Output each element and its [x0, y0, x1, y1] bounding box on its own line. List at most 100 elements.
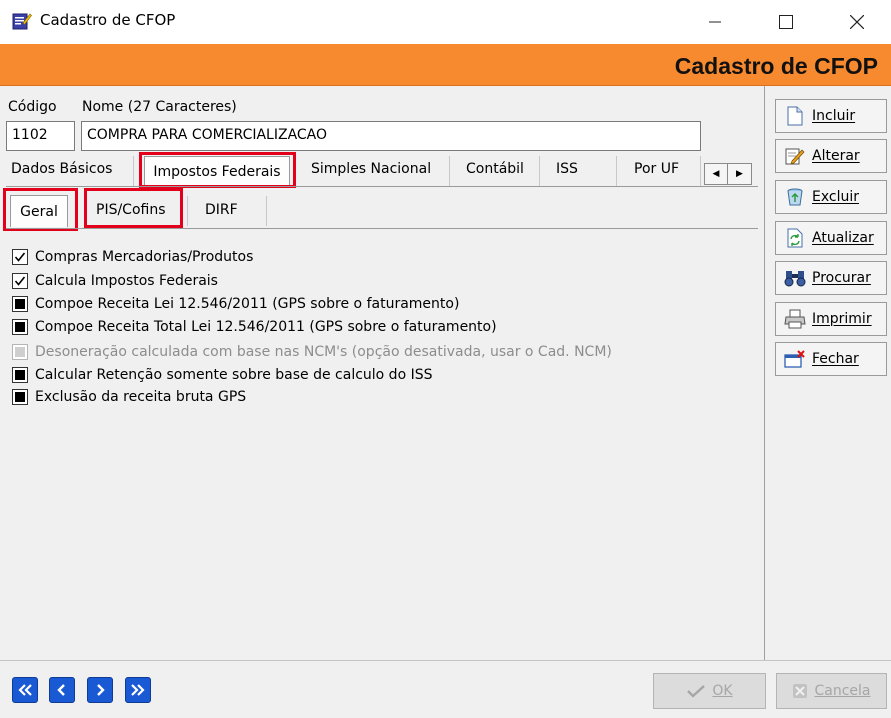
- exit-icon: [784, 348, 806, 370]
- main-panel-divider: [764, 86, 765, 660]
- alterar-button[interactable]: Alterar: [775, 139, 887, 173]
- double-chevron-left-icon: [18, 684, 32, 696]
- indeterminate-square-icon: [15, 299, 25, 309]
- highlight-box-impostos-federais: [139, 152, 296, 188]
- highlight-box-pis-cofins: [84, 188, 183, 228]
- first-record-button[interactable]: [12, 677, 38, 703]
- tab-por-uf[interactable]: Por UF: [634, 161, 679, 177]
- edit-icon: [784, 145, 806, 167]
- tab-iss[interactable]: ISS: [556, 161, 578, 177]
- tab-separator: [449, 156, 450, 186]
- excluir-button[interactable]: Excluir: [775, 180, 887, 214]
- tab-separator: [616, 156, 617, 186]
- next-record-button[interactable]: [87, 677, 113, 703]
- option-label: Exclusão da receita bruta GPS: [35, 389, 247, 405]
- option-desoneracao-ncm: Desoneração calculada com base nas NCM's…: [12, 342, 612, 362]
- indeterminate-square-icon: [15, 370, 25, 380]
- tab-separator: [700, 156, 701, 186]
- option-label: Compras Mercadorias/Produtos: [35, 249, 254, 265]
- codigo-input[interactable]: 1102: [6, 121, 75, 151]
- cancel-label: Cancela: [814, 683, 871, 699]
- option-compoe-receita-total-lei[interactable]: Compoe Receita Total Lei 12.546/2011 (GP…: [12, 317, 497, 337]
- checkbox-disabled: [12, 344, 28, 360]
- banner-title: Cadastro de CFOP: [674, 53, 878, 79]
- tab-dados-basicos[interactable]: Dados Básicos: [11, 161, 112, 177]
- title-bar: Cadastro de CFOP: [0, 0, 891, 44]
- check-icon: [14, 276, 26, 286]
- atualizar-button[interactable]: Atualizar: [775, 221, 887, 255]
- window-title: Cadastro de CFOP: [40, 11, 176, 29]
- checkbox-indeterminate[interactable]: [12, 367, 28, 383]
- previous-record-button[interactable]: [49, 677, 75, 703]
- last-record-button[interactable]: [125, 677, 151, 703]
- checkbox-indeterminate[interactable]: [12, 296, 28, 312]
- tab-strip-baseline: [6, 186, 758, 187]
- close-icon: [850, 15, 864, 29]
- printer-icon: [784, 308, 806, 330]
- incluir-label: Incluir: [812, 108, 856, 124]
- minimize-icon: [709, 21, 721, 23]
- imprimir-button[interactable]: Imprimir: [775, 302, 887, 336]
- option-calcular-retencao-iss[interactable]: Calcular Retenção somente sobre base de …: [12, 365, 432, 385]
- option-calcula-impostos-federais[interactable]: Calcula Impostos Federais: [12, 271, 218, 291]
- procurar-label: Procurar: [812, 270, 871, 286]
- check-icon: [687, 685, 706, 698]
- subtab-separator: [266, 196, 267, 226]
- checkbox-indeterminate[interactable]: [12, 319, 28, 335]
- header-banner: Cadastro de CFOP: [0, 44, 891, 86]
- minimize-button[interactable]: [692, 0, 738, 44]
- option-compras-mercadorias[interactable]: Compras Mercadorias/Produtos: [12, 247, 253, 267]
- subtab-separator: [187, 196, 188, 226]
- option-label: Calcula Impostos Federais: [35, 273, 218, 289]
- indeterminate-square-icon: [15, 392, 25, 402]
- tab-separator: [539, 156, 540, 186]
- arrow-right-icon: ▶: [736, 169, 743, 179]
- atualizar-label: Atualizar: [812, 230, 874, 246]
- cancel-button[interactable]: Cancela: [776, 673, 887, 709]
- nome-input[interactable]: COMPRA PARA COMERCIALIZACAO: [81, 121, 701, 151]
- imprimir-label: Imprimir: [812, 311, 872, 327]
- tab-scroll-right-button[interactable]: ▶: [728, 163, 752, 185]
- option-label: Desoneração calculada com base nas NCM's…: [35, 344, 612, 360]
- procurar-button[interactable]: Procurar: [775, 261, 887, 295]
- option-label: Calcular Retenção somente sobre base de …: [35, 367, 433, 383]
- tab-separator: [133, 156, 134, 186]
- chevron-right-icon: [97, 684, 105, 696]
- binoculars-icon: [784, 267, 806, 289]
- nome-label: Nome (27 Caracteres): [82, 99, 237, 115]
- footer-divider: [0, 660, 891, 661]
- tab-contabil[interactable]: Contábil: [466, 161, 524, 177]
- checkbox-checked[interactable]: [12, 249, 28, 265]
- option-exclusao-receita-bruta[interactable]: Exclusão da receita bruta GPS: [12, 387, 246, 407]
- double-chevron-right-icon: [131, 684, 145, 696]
- fechar-button[interactable]: Fechar: [775, 342, 887, 376]
- incluir-button[interactable]: Incluir: [775, 99, 887, 133]
- fechar-label: Fechar: [812, 351, 859, 367]
- ok-label: OK: [712, 683, 733, 699]
- document-icon: [784, 105, 806, 127]
- check-icon: [14, 252, 26, 262]
- tab-simples-nacional[interactable]: Simples Nacional: [311, 161, 431, 177]
- excluir-label: Excluir: [812, 189, 859, 205]
- alterar-label: Alterar: [812, 148, 860, 164]
- maximize-button[interactable]: [763, 0, 809, 44]
- chevron-left-icon: [57, 684, 65, 696]
- tab-scroll-left-button[interactable]: ◀: [704, 163, 728, 185]
- option-label: Compoe Receita Total Lei 12.546/2011 (GP…: [35, 319, 497, 335]
- app-form-icon: [12, 11, 32, 31]
- indeterminate-square-icon: [15, 322, 25, 332]
- maximize-icon: [779, 15, 793, 29]
- refresh-icon: [784, 227, 806, 249]
- option-compoe-receita-lei[interactable]: Compoe Receita Lei 12.546/2011 (GPS sobr…: [12, 294, 459, 314]
- checkbox-checked[interactable]: [12, 273, 28, 289]
- close-button[interactable]: [834, 0, 880, 44]
- checkbox-indeterminate[interactable]: [12, 389, 28, 405]
- indeterminate-square-icon: [15, 347, 25, 357]
- cancel-icon: [793, 684, 808, 698]
- ok-button[interactable]: OK: [653, 673, 766, 709]
- recycle-bin-icon: [784, 186, 806, 208]
- subtab-dirf[interactable]: DIRF: [205, 202, 238, 218]
- subtab-strip-baseline: [6, 228, 758, 229]
- arrow-left-icon: ◀: [712, 169, 720, 179]
- highlight-box-geral: [3, 188, 78, 231]
